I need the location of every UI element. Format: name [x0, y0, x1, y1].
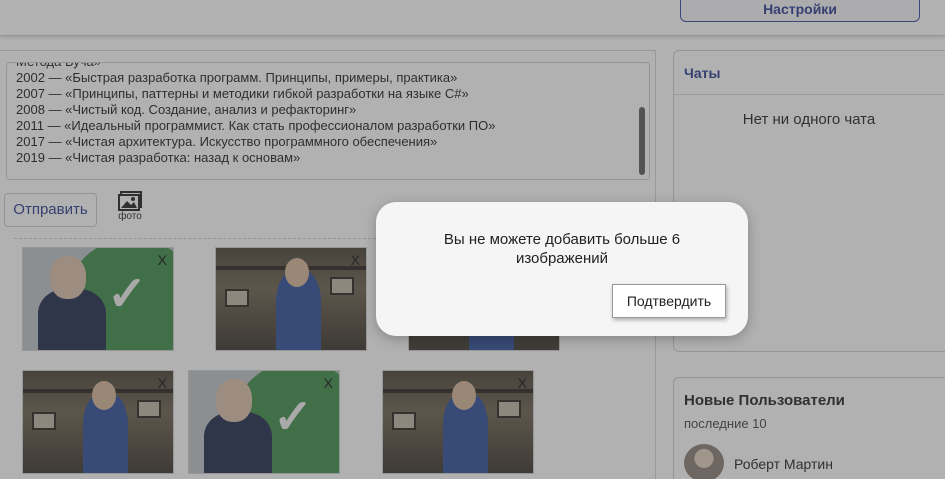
- alert-dialog: Вы не можете добавить больше 6 изображен…: [376, 202, 748, 336]
- alert-message: Вы не можете добавить больше 6 изображен…: [443, 231, 681, 267]
- confirm-button[interactable]: Подтвердить: [612, 284, 726, 318]
